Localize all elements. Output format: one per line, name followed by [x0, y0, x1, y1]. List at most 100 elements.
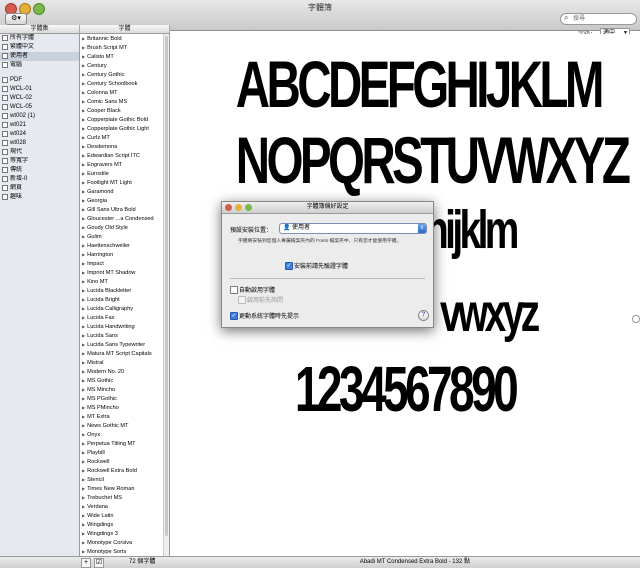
- font-list-item[interactable]: ▶ Desdemona: [80, 142, 169, 151]
- disclosure-triangle-icon[interactable]: ▶: [82, 459, 85, 464]
- disclosure-triangle-icon[interactable]: ▶: [82, 153, 85, 158]
- collection-item[interactable]: WCL-05: [0, 103, 79, 112]
- collection-item[interactable]: 使用者: [0, 52, 79, 61]
- disclosure-triangle-icon[interactable]: ▶: [82, 180, 85, 185]
- font-list-item[interactable]: ▶ Mistral: [80, 358, 169, 367]
- disclosure-triangle-icon[interactable]: ▶: [82, 126, 85, 131]
- disclosure-triangle-icon[interactable]: ▶: [82, 432, 85, 437]
- disclosure-triangle-icon[interactable]: ▶: [82, 135, 85, 140]
- font-list-item[interactable]: ▶ Gloucester ...a Condensed: [80, 214, 169, 223]
- font-list-item[interactable]: ▶ Onyx: [80, 430, 169, 439]
- font-list-item[interactable]: ▶ Harrington: [80, 250, 169, 259]
- collection-item[interactable]: wt024: [0, 130, 79, 139]
- disclosure-triangle-icon[interactable]: ▶: [82, 531, 85, 536]
- disclosure-triangle-icon[interactable]: ▶: [82, 279, 85, 284]
- font-list-item[interactable]: ▶ Century Schoolbook: [80, 79, 169, 88]
- disclosure-triangle-icon[interactable]: ▶: [82, 369, 85, 374]
- disclosure-triangle-icon[interactable]: ▶: [82, 450, 85, 455]
- disclosure-triangle-icon[interactable]: ▶: [82, 342, 85, 347]
- disclosure-triangle-icon[interactable]: ▶: [82, 378, 85, 383]
- font-list-item[interactable]: ▶ Stencil: [80, 475, 169, 484]
- dialog-close-button[interactable]: [225, 204, 232, 211]
- disclosure-triangle-icon[interactable]: ▶: [82, 468, 85, 473]
- collection-column-header[interactable]: 字體集: [0, 25, 80, 34]
- disclosure-triangle-icon[interactable]: ▶: [82, 324, 85, 329]
- font-list-item[interactable]: ▶ Goudy Old Style: [80, 223, 169, 232]
- font-list-item[interactable]: ▶ Brush Script MT: [80, 43, 169, 52]
- disclosure-triangle-icon[interactable]: ▶: [82, 36, 85, 41]
- font-list-item[interactable]: ▶ Haettenschweiler: [80, 241, 169, 250]
- disclosure-triangle-icon[interactable]: ▶: [82, 81, 85, 86]
- font-list-item[interactable]: ▶ Times New Roman: [80, 484, 169, 493]
- font-list-scrollbar[interactable]: [163, 34, 169, 556]
- font-list-item[interactable]: ▶ Curlz MT: [80, 133, 169, 142]
- collection-item[interactable]: WCL-01: [0, 85, 79, 94]
- font-list-item[interactable]: ▶ Georgia: [80, 196, 169, 205]
- disclosure-triangle-icon[interactable]: ▶: [82, 333, 85, 338]
- font-list-item[interactable]: ▶ Garamond: [80, 187, 169, 196]
- disclosure-triangle-icon[interactable]: ▶: [82, 171, 85, 176]
- help-button[interactable]: ?: [418, 310, 429, 321]
- disclosure-triangle-icon[interactable]: ▶: [82, 486, 85, 491]
- disclosure-triangle-icon[interactable]: ▶: [82, 198, 85, 203]
- font-list-item[interactable]: ▶ Wide Latin: [80, 511, 169, 520]
- disclosure-triangle-icon[interactable]: ▶: [82, 252, 85, 257]
- disclosure-triangle-icon[interactable]: ▶: [82, 387, 85, 392]
- disclosure-triangle-icon[interactable]: ▶: [82, 90, 85, 95]
- preview-size-slider[interactable]: [632, 315, 640, 323]
- font-list-item[interactable]: ▶ Lucida Sans: [80, 331, 169, 340]
- font-list-item[interactable]: ▶ Gulim: [80, 232, 169, 241]
- disclosure-triangle-icon[interactable]: ▶: [82, 54, 85, 59]
- disclosure-triangle-icon[interactable]: ▶: [82, 477, 85, 482]
- font-list-item[interactable]: ▶ Lucida Bright: [80, 295, 169, 304]
- font-list-item[interactable]: ▶ Colonna MT: [80, 88, 169, 97]
- font-list-item[interactable]: ▶ Rockwell: [80, 457, 169, 466]
- collection-item[interactable]: 趣味: [0, 193, 79, 202]
- validate-fonts-checkbox[interactable]: ✓: [285, 262, 293, 270]
- font-list-item[interactable]: ▶ Copperplate Gothic Bold: [80, 115, 169, 124]
- disclosure-triangle-icon[interactable]: ▶: [82, 207, 85, 212]
- font-list-item[interactable]: ▶ Verdana: [80, 502, 169, 511]
- font-list-scroll-thumb[interactable]: [165, 36, 168, 536]
- font-list-item[interactable]: ▶ Lucida Fax: [80, 313, 169, 322]
- font-list-item[interactable]: ▶ MS Mincho: [80, 385, 169, 394]
- disclosure-triangle-icon[interactable]: ▶: [82, 540, 85, 545]
- disclosure-triangle-icon[interactable]: ▶: [82, 270, 85, 275]
- disclosure-triangle-icon[interactable]: ▶: [82, 423, 85, 428]
- disclosure-triangle-icon[interactable]: ▶: [82, 495, 85, 500]
- font-list-item[interactable]: ▶ Monotype Sorts: [80, 547, 169, 556]
- disclosure-triangle-icon[interactable]: ▶: [82, 288, 85, 293]
- auto-activate-checkbox[interactable]: [230, 286, 238, 294]
- disclosure-triangle-icon[interactable]: ▶: [82, 189, 85, 194]
- disclosure-triangle-icon[interactable]: ▶: [82, 72, 85, 77]
- font-list-item[interactable]: ▶ Lucida Handwriting: [80, 322, 169, 331]
- disclosure-triangle-icon[interactable]: ▶: [82, 144, 85, 149]
- font-list-item[interactable]: ▶ Rockwell Extra Bold: [80, 466, 169, 475]
- font-list-item[interactable]: ▶ Trebuchet MS: [80, 493, 169, 502]
- font-list-item[interactable]: ▶ Impact: [80, 259, 169, 268]
- collection-item[interactable]: 新增-0: [0, 175, 79, 184]
- collection-item[interactable]: WCL-02: [0, 94, 79, 103]
- font-list-item[interactable]: ▶ Eurostile: [80, 169, 169, 178]
- disclosure-triangle-icon[interactable]: ▶: [82, 243, 85, 248]
- collection-item[interactable]: 繁體中文: [0, 43, 79, 52]
- disclosure-triangle-icon[interactable]: ▶: [82, 513, 85, 518]
- font-list-item[interactable]: ▶ MS PMincho: [80, 403, 169, 412]
- disclosure-triangle-icon[interactable]: ▶: [82, 441, 85, 446]
- dialog-zoom-button[interactable]: [245, 204, 252, 211]
- disclosure-triangle-icon[interactable]: ▶: [82, 396, 85, 401]
- disclosure-triangle-icon[interactable]: ▶: [82, 261, 85, 266]
- font-list-item[interactable]: ▶ Modern No. 20: [80, 367, 169, 376]
- disclosure-triangle-icon[interactable]: ▶: [82, 99, 85, 104]
- font-list-item[interactable]: ▶ MS PGothic: [80, 394, 169, 403]
- font-list-item[interactable]: ▶ Calisto MT: [80, 52, 169, 61]
- disclosure-triangle-icon[interactable]: ▶: [82, 351, 85, 356]
- font-list-item[interactable]: ▶ Cooper Black: [80, 106, 169, 115]
- collection-item[interactable]: wt021: [0, 121, 79, 130]
- font-list-item[interactable]: ▶ Edwardian Script ITC: [80, 151, 169, 160]
- disclosure-triangle-icon[interactable]: ▶: [82, 522, 85, 527]
- disclosure-triangle-icon[interactable]: ▶: [82, 306, 85, 311]
- disclosure-triangle-icon[interactable]: ▶: [82, 216, 85, 221]
- font-list-item[interactable]: ▶ Footlight MT Light: [80, 178, 169, 187]
- install-location-popup[interactable]: 👤 使用者 ⇕: [279, 223, 427, 234]
